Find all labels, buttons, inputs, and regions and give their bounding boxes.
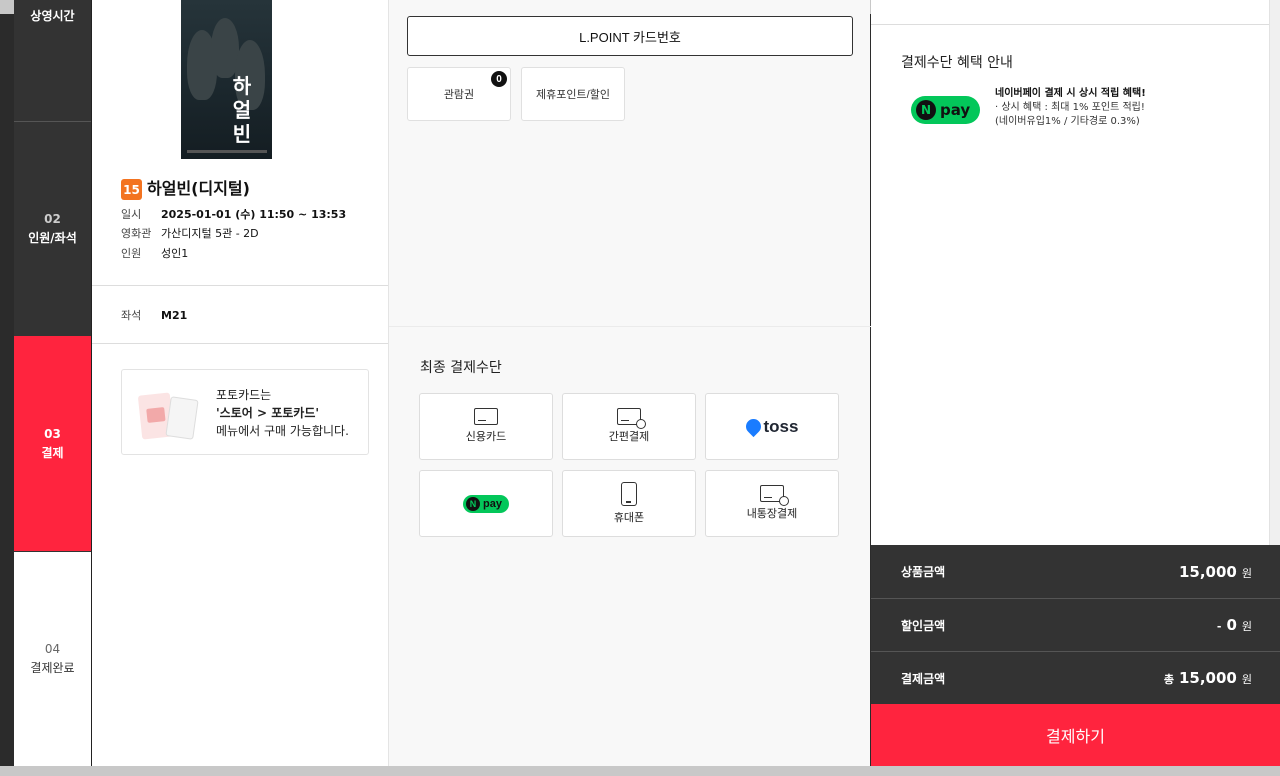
mobile-pay-button[interactable]: 휴대폰 xyxy=(562,470,696,537)
mobile-phone-icon xyxy=(621,481,637,506)
toss-pay-button[interactable]: toss xyxy=(705,393,839,460)
photocard-text: 포토카드는 '스토어 > 포토카드' 메뉴에서 구매 가능합니다. xyxy=(216,388,349,438)
total-amount-row: 결제금액 총 15,000 원 xyxy=(871,651,1280,704)
product-amount-label: 상품금액 xyxy=(901,565,946,579)
easy-pay-icon xyxy=(617,408,646,429)
discount-minus: - xyxy=(1216,620,1222,633)
info-theater: 영화관 가산디지털 5관 - 2D xyxy=(121,226,259,242)
method-label: 내통장결제 xyxy=(746,508,798,520)
bottom-scroll-edge xyxy=(0,766,1280,776)
total-prefix: 총 xyxy=(1163,673,1174,686)
ticket-count-badge: 0 xyxy=(491,71,507,87)
benefit-description: 네이버페이 결제 시 상시 적립 혜택! · 상시 혜택 : 최대 1% 포인트… xyxy=(995,88,1146,127)
poster-credits xyxy=(187,150,267,153)
naver-pay-logo: N pay xyxy=(463,494,509,513)
lpoint-card-button[interactable]: L.POINT 카드번호 xyxy=(407,16,853,56)
product-amount-value: 15,000 xyxy=(1178,562,1237,581)
info-people: 인원 성인1 xyxy=(121,246,188,262)
age-rating-badge: 15 xyxy=(121,179,142,200)
step-payment-active[interactable]: 03 결제 xyxy=(14,336,91,551)
partner-point-button[interactable]: 제휴포인트/할인 xyxy=(521,67,625,121)
total-amount-label: 결제금액 xyxy=(901,671,946,686)
step-label: 상영시간 xyxy=(30,9,75,23)
movie-poster: 하얼빈 xyxy=(181,0,272,159)
info-seat: 좌석 M21 xyxy=(121,308,187,324)
method-label: 간편결제 xyxy=(608,431,650,443)
divider xyxy=(92,343,389,344)
bank-account-icon xyxy=(760,485,789,506)
credit-card-button[interactable]: 신용카드 xyxy=(419,393,553,460)
step-showtime[interactable]: 상영시간 xyxy=(14,0,91,120)
step-complete: 04 결제완료 xyxy=(14,552,91,766)
toss-logo: toss xyxy=(742,415,798,438)
photocard-promo: 포토카드는 '스토어 > 포토카드' 메뉴에서 구매 가능합니다. xyxy=(121,369,369,455)
info-key: 좌석 xyxy=(121,309,142,322)
discount-amount-value: 0 xyxy=(1226,616,1237,634)
price-summary: 상품금액 15,000 원 할인금액 - 0 원 결제금액 총 15,000 원 xyxy=(871,545,1280,704)
info-value: 성인1 xyxy=(161,247,189,260)
benefit-naver-pay-logo: N pay xyxy=(911,96,981,124)
credit-card-icon xyxy=(474,408,498,425)
step-label: 인원/좌석 xyxy=(28,230,77,245)
info-key: 영화관 xyxy=(121,227,152,240)
step-label: 결제완료 xyxy=(30,661,75,675)
method-label: 신용카드 xyxy=(465,431,507,443)
info-key: 일시 xyxy=(121,208,142,221)
naver-pay-button[interactable]: N pay xyxy=(419,470,553,537)
currency-unit: 원 xyxy=(1241,620,1252,633)
pay-button[interactable]: 결제하기 xyxy=(871,704,1280,766)
naver-n-icon: N xyxy=(466,496,481,511)
photocard-image xyxy=(137,386,200,440)
step-number: 02 xyxy=(44,211,61,226)
movie-title: 하얼빈(디지털) xyxy=(147,179,250,198)
movie-info-panel: 하얼빈 15 하얼빈(디지털) 일시 2025-01-01 (수) 11:50 … xyxy=(91,0,389,766)
divider xyxy=(92,285,389,286)
step-people-seat[interactable]: 02 인원/좌석 xyxy=(14,121,91,335)
easy-pay-button[interactable]: 간편결제 xyxy=(562,393,696,460)
total-amount-value: 15,000 xyxy=(1178,669,1237,687)
discount-amount-row: 할인금액 - 0 원 xyxy=(871,598,1280,651)
info-key: 인원 xyxy=(121,247,142,260)
naver-n-icon: N xyxy=(916,100,936,120)
poster-title: 하얼빈 xyxy=(232,74,252,146)
step-number: 04 xyxy=(44,642,61,656)
info-datetime: 일시 2025-01-01 (수) 11:50 ~ 13:53 xyxy=(121,207,346,223)
info-value: 2025-01-01 (수) 11:50 ~ 13:53 xyxy=(161,208,347,221)
bank-account-pay-button[interactable]: 내통장결제 xyxy=(705,470,839,537)
summary-scrollbar[interactable] xyxy=(1269,0,1280,545)
step-number: 03 xyxy=(44,426,61,441)
booking-steps: 상영시간 02 인원/좌석 03 결제 04 결제완료 xyxy=(14,0,91,766)
payment-summary-panel: 결제수단 혜택 안내 N pay 네이버페이 결제 시 상시 적립 혜택! · … xyxy=(871,0,1280,766)
divider xyxy=(871,24,1269,25)
benefit-title: 결제수단 혜택 안내 xyxy=(901,55,1013,71)
final-payment-title: 최종 결제수단 xyxy=(420,360,502,376)
discount-amount-label: 할인금액 xyxy=(901,618,946,633)
product-amount-row: 상품금액 15,000 원 xyxy=(871,545,1280,598)
section-divider xyxy=(389,326,871,327)
method-label: 휴대폰 xyxy=(613,511,645,524)
toss-icon xyxy=(742,415,764,438)
info-value: 가산디지털 5관 - 2D xyxy=(161,227,259,240)
ticket-voucher-button[interactable]: 관람권 0 xyxy=(407,67,511,121)
currency-unit: 원 xyxy=(1241,566,1252,580)
payment-panel: L.POINT 카드번호 관람권 0 제휴포인트/할인 최종 결제수단 신용카드… xyxy=(388,0,871,766)
step-label: 결제 xyxy=(41,445,64,460)
currency-unit: 원 xyxy=(1241,673,1252,686)
ticket-voucher-label: 관람권 xyxy=(443,89,475,101)
info-value: M21 xyxy=(161,309,188,322)
